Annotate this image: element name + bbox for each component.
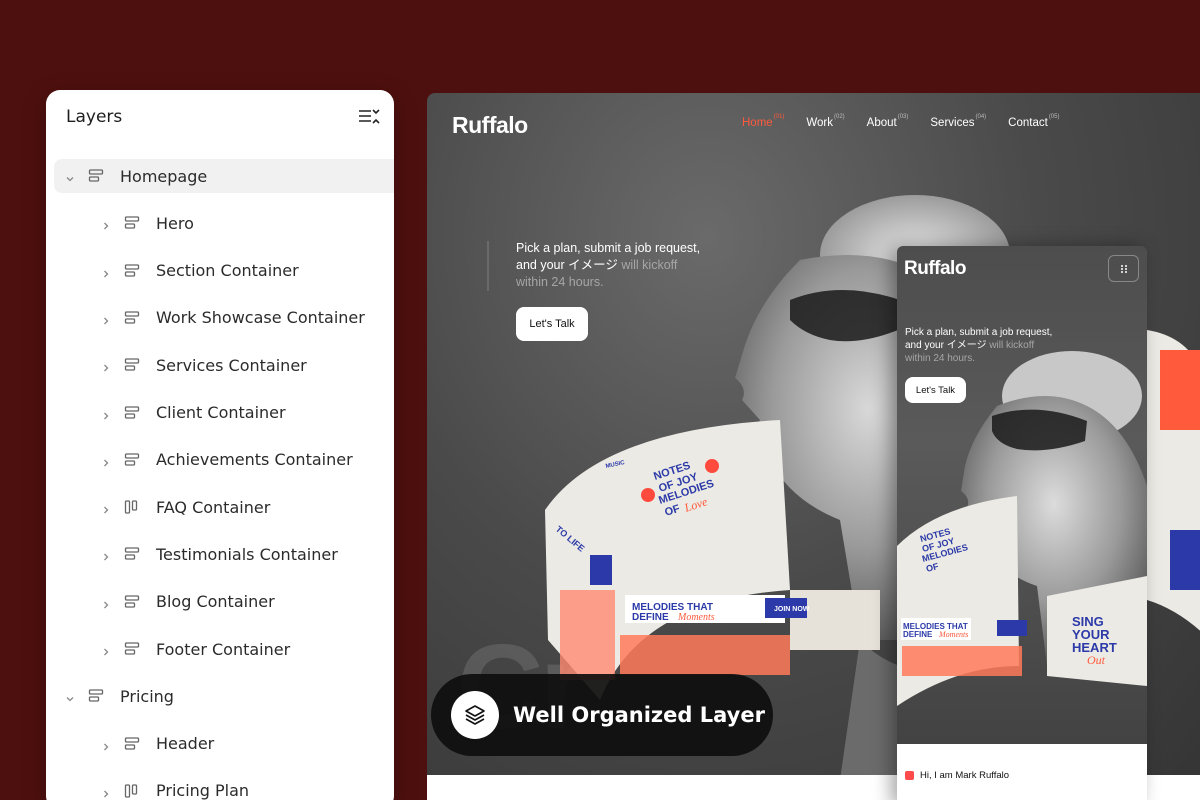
layer-item[interactable]: Hero xyxy=(54,206,394,240)
desktop-logo[interactable]: Ruffalo xyxy=(452,112,528,139)
intro-dot xyxy=(905,771,914,780)
layer-item[interactable]: Homepage xyxy=(54,159,394,193)
columns-icon xyxy=(124,783,142,799)
layer-item[interactable]: Testimonials Container xyxy=(54,537,394,571)
layer-item[interactable]: Achievements Container xyxy=(54,443,394,477)
layer-item-label: FAQ Container xyxy=(156,497,271,517)
layer-item[interactable]: FAQ Container xyxy=(54,490,394,524)
section-icon xyxy=(124,594,142,610)
svg-text:DEFINE: DEFINE xyxy=(903,630,933,639)
layer-item[interactable]: Header xyxy=(54,727,394,761)
mobile-lets-talk-button[interactable]: Let's Talk xyxy=(905,377,966,403)
desktop-nav: Home(01) Work(02) About(03) Services(04)… xyxy=(742,114,1081,129)
nav-contact[interactable]: Contact(05) xyxy=(1008,114,1059,129)
layers-panel: Layers Homepage Hero Section Container Work… xyxy=(46,90,394,800)
columns-icon xyxy=(124,499,142,515)
chevron-right-icon[interactable] xyxy=(100,312,112,325)
section-icon xyxy=(124,357,142,373)
chevron-right-icon[interactable] xyxy=(100,407,112,419)
layer-item-label: Client Container xyxy=(156,403,286,422)
chevron-right-icon[interactable] xyxy=(100,217,112,230)
chevron-right-icon[interactable] xyxy=(100,596,112,609)
nav-work[interactable]: Work(02) xyxy=(806,114,844,129)
layer-item-label: Work Showcase Container xyxy=(156,308,365,328)
section-icon xyxy=(124,736,142,752)
mobile-preview: MELODIES THAT DEFINE Moments NOTES OF JO… xyxy=(897,246,1147,800)
chevron-right-icon[interactable] xyxy=(100,785,112,798)
lets-talk-button[interactable]: Let's Talk xyxy=(516,307,588,341)
chevron-right-icon[interactable] xyxy=(100,359,112,372)
chevron-down-icon[interactable] xyxy=(64,690,76,702)
section-icon xyxy=(124,263,142,279)
chevron-right-icon[interactable] xyxy=(100,454,112,467)
hero-tagline: Pick a plan, submit a job request, and y… xyxy=(516,241,701,289)
section-icon xyxy=(124,310,142,326)
mobile-hero-tagline: Pick a plan, submit a job request, and y… xyxy=(905,327,1053,364)
layer-item[interactable]: Pricing xyxy=(54,679,394,713)
hero-divider xyxy=(487,241,489,291)
mobile-logo[interactable]: Ruffalo xyxy=(904,258,966,280)
layer-item-label: Testimonials Container xyxy=(156,544,338,564)
layer-item[interactable]: Client Container xyxy=(54,396,394,430)
mobile-artwork: MELODIES THAT DEFINE Moments NOTES OF JO… xyxy=(897,351,1147,706)
layer-item-label: Header xyxy=(156,734,215,754)
layer-item-label: Pricing xyxy=(120,686,174,706)
mobile-intro-text: Hi, I am Mark Ruffalo xyxy=(920,770,1010,781)
well-organized-badge: Well Organized Layer xyxy=(431,674,773,756)
collapse-all-icon[interactable] xyxy=(357,107,381,127)
layer-item-label: Section Container xyxy=(156,261,299,281)
chevron-right-icon[interactable] xyxy=(100,738,112,751)
layer-item-label: Services Container xyxy=(156,355,307,375)
nav-about[interactable]: About(03) xyxy=(867,114,909,129)
section-icon xyxy=(124,546,142,562)
nav-services[interactable]: Services(04) xyxy=(930,114,986,129)
layer-item-label: Achievements Container xyxy=(156,450,353,470)
layer-item[interactable]: Footer Container xyxy=(54,632,394,666)
chevron-down-icon[interactable] xyxy=(64,170,76,182)
section-icon xyxy=(124,405,142,421)
svg-text:Moments: Moments xyxy=(938,630,968,639)
mobile-intro: Hi, I am Mark Ruffalo xyxy=(905,770,1009,781)
chevron-right-icon[interactable] xyxy=(100,265,112,278)
section-icon xyxy=(124,452,142,468)
layer-item-label: Pricing Plan xyxy=(156,781,250,800)
svg-text:Out: Out xyxy=(1087,653,1106,667)
section-icon xyxy=(124,215,142,231)
layer-item-label: Blog Container xyxy=(156,592,275,612)
section-icon xyxy=(124,641,142,657)
chevron-right-icon[interactable] xyxy=(100,548,112,561)
layer-item-label: Hero xyxy=(156,213,194,233)
mobile-menu-icon[interactable] xyxy=(1108,255,1139,282)
layer-item-label: Footer Container xyxy=(156,639,291,659)
layer-item[interactable]: Work Showcase Container xyxy=(54,301,394,335)
layer-item[interactable]: Pricing Plan xyxy=(54,774,394,800)
layer-item[interactable]: Services Container xyxy=(54,348,394,382)
section-icon xyxy=(88,168,106,184)
section-icon xyxy=(88,688,106,704)
badge-text: Well Organized Layer xyxy=(513,703,765,727)
chevron-right-icon[interactable] xyxy=(100,643,112,656)
layer-item[interactable]: Blog Container xyxy=(54,585,394,619)
layer-item[interactable]: Section Container xyxy=(54,254,394,288)
chevron-right-icon[interactable] xyxy=(100,501,112,514)
layer-item-label: Homepage xyxy=(120,166,208,186)
nav-home[interactable]: Home(01) xyxy=(742,114,784,129)
layers-panel-title: Layers xyxy=(66,107,123,127)
layers-icon xyxy=(451,691,499,739)
